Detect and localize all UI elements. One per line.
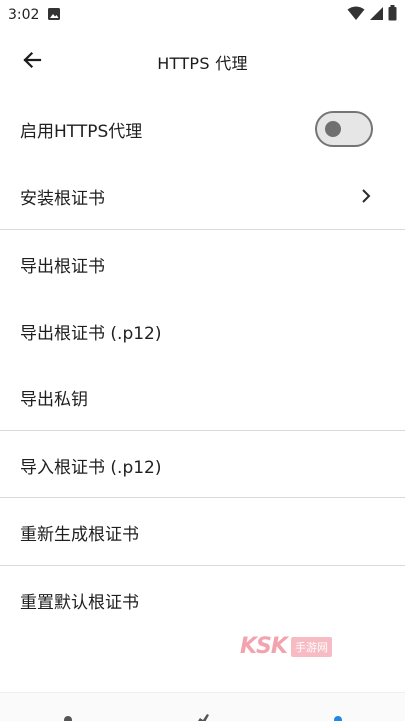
image-icon [47,6,61,25]
watermark: KSK 手游网 [240,634,332,659]
back-arrow-icon [22,50,42,74]
install-root-cert-row[interactable]: 安装根证书 [0,163,405,230]
chevron-right-icon [359,187,373,205]
app-bar: HTTPS 代理 [0,30,405,94]
divider [0,565,405,566]
signal-icon [369,6,384,25]
back-button[interactable] [10,40,54,84]
export-root-cert-p12-row[interactable]: 导出根证书 (.p12) [0,298,405,365]
export-root-cert-row[interactable]: 导出根证书 [0,231,405,298]
tools-icon [194,709,210,721]
watermark-text: 手游网 [290,636,332,657]
status-time: 3:02 [8,7,40,23]
status-right [347,5,397,25]
toggle-knob [325,121,341,137]
wifi-icon [347,6,365,25]
settings-active-icon [330,709,346,721]
page-title: HTTPS 代理 [157,54,248,73]
export-root-cert-p12-label: 导出根证书 (.p12) [20,324,162,344]
install-root-cert-label: 安装根证书 [20,189,105,209]
regenerate-root-cert-row[interactable]: 重新生成根证书 [0,499,405,566]
enable-https-proxy-toggle[interactable] [315,111,373,147]
reset-default-root-cert-label: 重置默认根证书 [20,593,139,613]
import-root-cert-p12-row[interactable]: 导入根证书 (.p12) [0,432,405,499]
status-left: 3:02 [8,6,61,25]
home-icon [60,709,76,721]
export-private-key-row[interactable]: 导出私钥 [0,364,405,431]
export-root-cert-label: 导出根证书 [20,257,105,277]
nav-item-home[interactable] [60,709,76,721]
enable-https-proxy-row[interactable]: 启用HTTPS代理 [0,96,405,163]
nav-item-settings[interactable] [330,709,346,721]
watermark-logo: KSK [240,634,288,659]
regenerate-root-cert-label: 重新生成根证书 [20,525,139,545]
nav-item-tools[interactable] [194,709,210,721]
export-private-key-label: 导出私钥 [20,390,88,410]
divider [0,430,405,431]
divider [0,229,405,230]
divider [0,497,405,498]
import-root-cert-p12-label: 导入根证书 (.p12) [20,458,162,478]
bottom-nav [0,692,405,721]
status-bar: 3:02 [0,0,405,30]
enable-https-proxy-label: 启用HTTPS代理 [20,122,143,142]
battery-icon [388,5,397,25]
reset-default-root-cert-row[interactable]: 重置默认根证书 [0,567,405,634]
